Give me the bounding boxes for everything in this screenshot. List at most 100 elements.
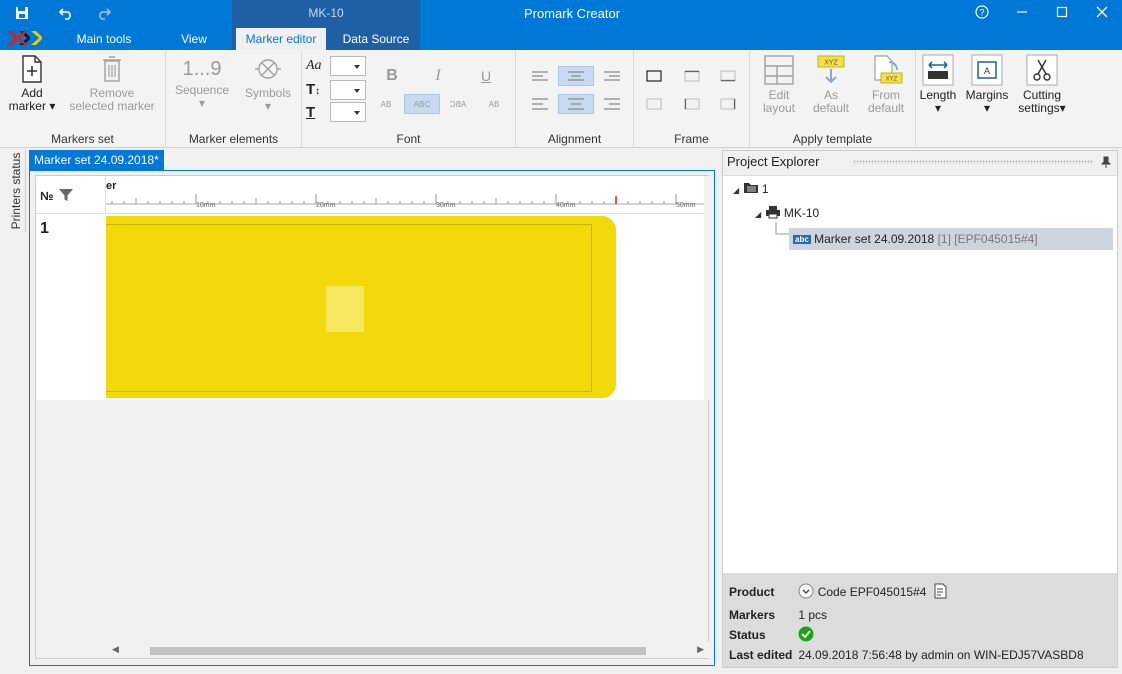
- add-marker-button[interactable]: Add marker ▾: [6, 54, 58, 113]
- status-ok-icon: [798, 626, 814, 642]
- close-icon[interactable]: [1082, 0, 1122, 24]
- frame-right-button[interactable]: [710, 94, 746, 114]
- project-tree: ◢ 1 ◢ MK-10 abc Marker set 24.09.2018 [1…: [723, 175, 1117, 573]
- tree-node-printer[interactable]: ◢ MK-10: [755, 204, 819, 222]
- align-middle-center-icon: [568, 98, 584, 110]
- group-frame: Frame: [634, 50, 750, 148]
- cutting-settings-button[interactable]: Cutting settings▾: [1014, 54, 1070, 115]
- undo-icon[interactable]: [54, 4, 78, 22]
- font-family-icon: Aa: [306, 58, 322, 73]
- collapse-icon-2[interactable]: ◢: [755, 210, 761, 219]
- collapse-icon[interactable]: ◢: [733, 186, 739, 195]
- align-top-right-button[interactable]: [594, 66, 630, 86]
- from-default-button[interactable]: XYZ From default: [860, 54, 912, 115]
- edit-layout-label-2: layout: [762, 101, 796, 115]
- margins-chevron-icon: ▾: [983, 101, 991, 115]
- scroll-right-icon[interactable]: ▶: [697, 644, 704, 655]
- filter-icon[interactable]: [58, 187, 74, 203]
- align-middle-left-button[interactable]: [522, 94, 558, 114]
- project-explorer-header: Project Explorer: [723, 151, 1117, 173]
- frame-none-button[interactable]: [636, 94, 672, 114]
- align-middle-right-button[interactable]: [594, 94, 630, 114]
- marker-grid: № er 10mm 20mm 30mm 40mm 50mm 1 ◀ ▶: [35, 175, 710, 659]
- last-edited-label: Last edited: [729, 648, 793, 662]
- align-middle-right-icon: [604, 98, 620, 110]
- text-mirror-button[interactable]: ABC: [440, 94, 476, 114]
- expand-circle-icon[interactable]: [798, 583, 814, 599]
- product-details-icon[interactable]: [934, 583, 948, 599]
- edit-layout-button[interactable]: Edit layout: [756, 54, 802, 115]
- ruler-mark-30: 30mm: [436, 202, 456, 209]
- group-apply-template: Edit layout XYZ As default XYZ From defa…: [750, 50, 916, 148]
- marker-row[interactable]: [106, 214, 710, 400]
- align-top-center-button[interactable]: [558, 66, 594, 86]
- tree-node-project[interactable]: ◢ 1: [733, 180, 769, 198]
- vertical-scrollbar[interactable]: [704, 176, 710, 400]
- text-rotate-right-button[interactable]: AB: [476, 94, 512, 114]
- frame-bottom-button[interactable]: [710, 66, 746, 86]
- length-icon: [922, 54, 954, 86]
- align-middle-center-button[interactable]: [558, 94, 594, 114]
- project-explorer-title: Project Explorer: [727, 154, 820, 169]
- add-marker-label-2: marker ▾: [8, 99, 56, 113]
- tree-connector: [775, 222, 789, 235]
- tab-marker-editor[interactable]: Marker editor: [236, 28, 326, 50]
- svg-text:XYZ: XYZ: [886, 77, 898, 83]
- letter-spacing-combo[interactable]: [330, 102, 366, 122]
- layout-icon: [764, 55, 794, 85]
- symbols-button[interactable]: Symbols ▾: [238, 54, 298, 113]
- remove-selected-marker-button[interactable]: Remove selected marker: [66, 54, 158, 113]
- document-area: № er 10mm 20mm 30mm 40mm 50mm 1 ◀ ▶: [29, 170, 715, 666]
- length-button[interactable]: Length ▾: [918, 54, 958, 115]
- bold-button[interactable]: B: [374, 66, 410, 86]
- marker-preview[interactable]: [106, 216, 616, 398]
- tab-main-tools[interactable]: Main tools: [62, 28, 146, 50]
- column-number-label: №: [40, 189, 54, 203]
- margins-button[interactable]: A Margins ▾: [963, 54, 1011, 115]
- group-label-markers-set: Markers set: [51, 132, 114, 146]
- column-header-number[interactable]: №: [36, 176, 106, 214]
- sequence-button[interactable]: 1...9 Sequence ▾: [172, 54, 232, 110]
- maximize-icon[interactable]: [1042, 0, 1082, 24]
- horizontal-scrollbar[interactable]: ◀ ▶: [106, 642, 710, 658]
- underline-button[interactable]: U: [468, 66, 504, 86]
- align-top-left-button[interactable]: [522, 66, 558, 86]
- from-default-label-2: default: [867, 101, 905, 115]
- letter-spacing-icon: T: [306, 104, 316, 121]
- project-explorer-panel: Project Explorer ◢ 1 ◢ MK-10 abc Marker …: [722, 150, 1118, 668]
- group-label-font: Font: [396, 132, 421, 146]
- text-rotate-left-button[interactable]: AB: [368, 94, 404, 114]
- remove-label-2: selected marker: [69, 99, 155, 113]
- template-to-default-icon: XYZ: [817, 55, 845, 84]
- frame-full-button[interactable]: [636, 66, 672, 86]
- tab-data-source[interactable]: Data Source: [336, 28, 416, 50]
- font-family-combo[interactable]: [330, 56, 366, 76]
- ruler-mark-10: 10mm: [196, 202, 216, 209]
- trash-icon: [103, 56, 121, 82]
- symbols-icon: [255, 59, 281, 79]
- frame-left-button[interactable]: [674, 94, 710, 114]
- redo-icon[interactable]: [92, 4, 116, 22]
- document-tab[interactable]: Marker set 24.09.2018*: [29, 150, 164, 170]
- horizontal-scroll-thumb[interactable]: [150, 647, 646, 655]
- last-edited-row: Last edited 24.09.2018 7:56:48 by admin …: [729, 646, 1084, 664]
- markers-row: Markers 1 pcs: [729, 606, 827, 624]
- pin-icon[interactable]: [1101, 156, 1111, 168]
- font-size-combo[interactable]: [330, 80, 366, 100]
- minimize-icon[interactable]: [1002, 0, 1042, 24]
- tab-view[interactable]: View: [166, 28, 222, 50]
- group-label-alignment: Alignment: [547, 132, 602, 146]
- scroll-left-icon[interactable]: ◀: [112, 644, 119, 655]
- tree-node-marker-set[interactable]: abc Marker set 24.09.2018 [1] [EPF045015…: [789, 228, 1113, 250]
- text-horizontal-button[interactable]: ABC: [404, 94, 440, 114]
- folder-icon: [743, 183, 758, 193]
- sequence-chevron-icon: ▾: [198, 96, 206, 110]
- save-icon[interactable]: [10, 4, 34, 22]
- as-default-button[interactable]: XYZ As default: [808, 54, 854, 115]
- last-edited-value: 24.09.2018 7:56:48 by admin on WIN-EDJ57…: [798, 648, 1084, 662]
- help-icon[interactable]: ?: [962, 0, 1002, 24]
- frame-top-button[interactable]: [674, 66, 710, 86]
- printers-status-tab[interactable]: Printers status: [4, 150, 26, 232]
- italic-button[interactable]: I: [420, 66, 456, 86]
- marker-text-element[interactable]: [326, 286, 364, 332]
